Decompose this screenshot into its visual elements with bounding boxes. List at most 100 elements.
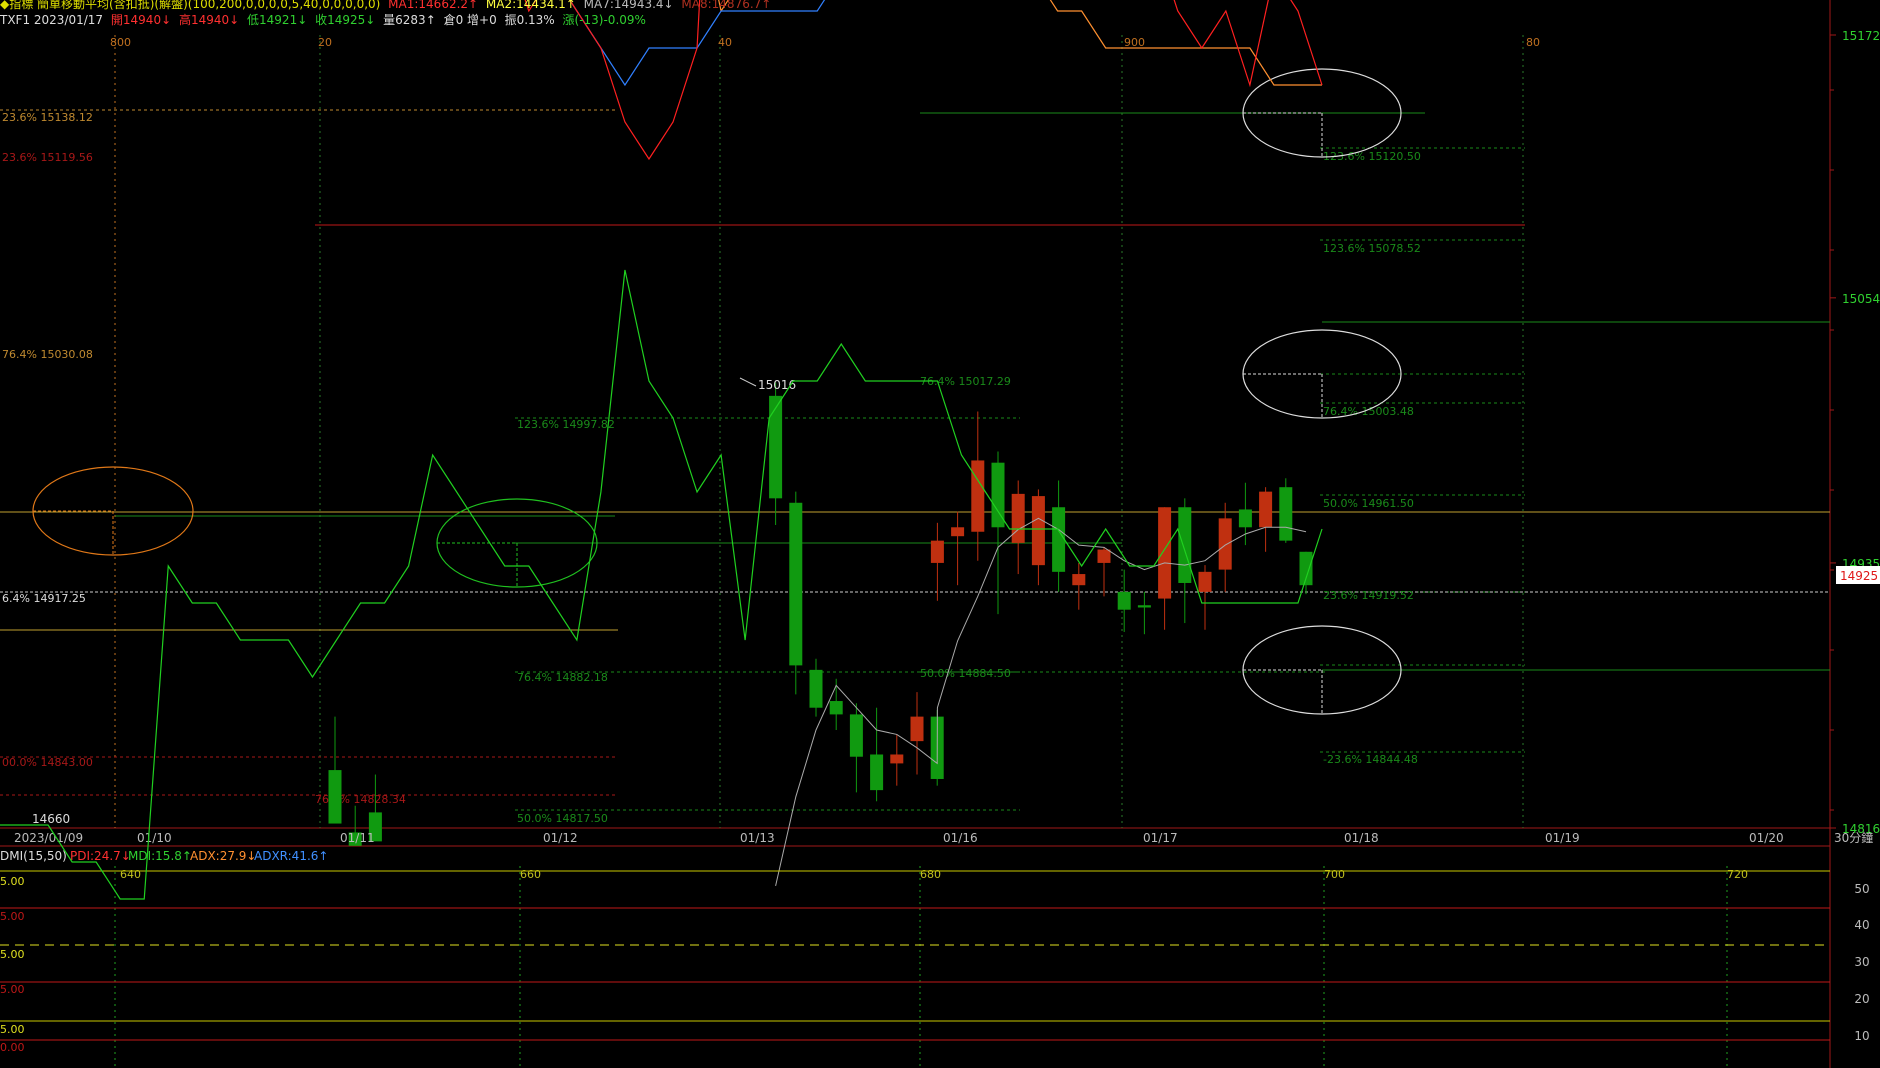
fib-label-10: 50.0% 14884.50 (920, 667, 1011, 680)
date-axis-label-1: 01/10 (137, 831, 172, 845)
candle-body-17 (1031, 496, 1045, 566)
candle-body-9 (890, 754, 904, 764)
current-price-label: 14925 (1840, 569, 1878, 583)
dmi-mdi-label: MDI:15.8↑ (128, 849, 192, 863)
dmi-right-label-0: 50 (1854, 882, 1869, 896)
candle-body-5 (809, 669, 823, 708)
bar-count-label-4: 80 (1526, 36, 1540, 49)
fib-label-16: -23.6% 14844.48 (1323, 753, 1418, 766)
chart-canvas[interactable]: 800 20 40 900 80 23.6% 15138.12 23.6% 15119.56… (0, 0, 1880, 1068)
candle-body-28 (1259, 491, 1273, 528)
fib-label-3: 6.4% 14917.25 (2, 592, 86, 605)
candle-body-4 (789, 502, 803, 666)
hdr-open-interest: 倉0 增+0 (443, 13, 497, 27)
dmi-right-label-2: 30 (1854, 955, 1869, 969)
fib-label-8: 50.0% 14817.50 (517, 812, 608, 825)
hdr-change: 漲(-13)-0.09% (562, 13, 646, 27)
fib-label-13: 76.4% 15003.48 (1323, 405, 1414, 418)
timeframe-label: 30分鐘 (1834, 830, 1873, 845)
dmi-bar-label-2: 680 (920, 868, 941, 881)
candle-body-22 (1137, 605, 1151, 608)
candle-body-0 (328, 770, 342, 824)
hdr-symbol: TXF1 2023/01/17 (0, 13, 104, 27)
date-axis-label-0: 2023/01/09 (14, 831, 83, 845)
price-axis-label-0: 15172 (1842, 29, 1880, 43)
date-axis-label-6: 01/17 (1143, 831, 1178, 845)
dmi-left-label-5: 0.00 (0, 1041, 25, 1054)
candle-body-27 (1238, 509, 1252, 528)
quote-header: TXF1 2023/01/17 開14940↓ 高14940↓ 低14921↓ … (0, 13, 650, 27)
fib-label-1: 23.6% 15119.56 (2, 151, 93, 164)
hdr-ma8: MA8:14876.7↑ (681, 0, 772, 11)
candle-body-29 (1279, 487, 1293, 541)
dmi-right-label-3: 20 (1854, 992, 1869, 1006)
date-axis-label-8: 01/19 (1545, 831, 1580, 845)
bar-count-label-0: 800 (110, 36, 131, 49)
candle-body-12 (930, 540, 944, 563)
hdr-high: 高14940↓ (178, 13, 240, 27)
fib-label-0: 23.6% 15138.12 (2, 111, 93, 124)
candle-body-21 (1117, 591, 1131, 610)
candle-body-16 (1011, 493, 1025, 543)
dmi-adxr-label: ADXR:41.6↑ (254, 849, 328, 863)
candle-body-18 (1052, 507, 1066, 572)
candle-body-8 (870, 754, 884, 791)
date-axis-label-5: 01/16 (943, 831, 978, 845)
price-axis-label-1: 15054 (1842, 292, 1880, 306)
ma7-line (775, 517, 1307, 887)
high-marker-line (739, 377, 757, 387)
dmi-pdi-label: PDI:24.7↓ (70, 849, 131, 863)
fib-label-6: 123.6% 14997.82 (517, 418, 615, 431)
hdr-ma2: MA2:14434.1↑ (485, 0, 576, 11)
bar-count-label-3: 900 (1124, 36, 1145, 49)
candle-body-26 (1218, 518, 1232, 570)
dmi-bar-label-3: 700 (1324, 868, 1345, 881)
indicator-header: ◆指標 簡單移動平均(含扣抵)(解盤)(100,200,0,0,0,0,5,40… (0, 0, 775, 11)
dmi-left-label-4: 5.00 (0, 1023, 25, 1036)
fib-label-15: 23.6% 14919.52 (1323, 589, 1414, 602)
dmi-left-label-0: 5.00 (0, 875, 25, 888)
dmi-bar-label-1: 660 (520, 868, 541, 881)
date-axis-label-7: 01/18 (1344, 831, 1379, 845)
date-axis-label-9: 01/20 (1749, 831, 1784, 845)
hdr-ma-settings: ◆指標 簡單移動平均(含扣抵)(解盤)(100,200,0,0,0,0,5,40… (0, 0, 381, 11)
date-axis-label-3: 01/12 (543, 831, 578, 845)
fib-label-12: 123.6% 15078.52 (1323, 242, 1421, 255)
candle-body-10 (910, 716, 924, 742)
fib-label-14: 50.0% 14961.50 (1323, 497, 1414, 510)
dmi-left-label-2: 5.00 (0, 948, 25, 961)
dmi-left-label-1: 5.00 (0, 910, 25, 923)
candle-body-23 (1158, 507, 1172, 599)
dmi-title: DMI(15,50) (0, 849, 67, 863)
candle-body-14 (971, 460, 985, 532)
bar-count-label-2: 40 (718, 36, 732, 49)
dmi-right-label-1: 40 (1854, 918, 1869, 932)
fib-label-2: 76.4% 15030.08 (2, 348, 93, 361)
dmi-bar-label-4: 720 (1727, 868, 1748, 881)
hdr-volume: 量6283↑ (383, 13, 436, 27)
candle-body-13 (951, 527, 965, 537)
candle-body-24 (1178, 507, 1192, 583)
low-price-label: 14660 (32, 812, 70, 826)
dmi-bar-label-0: 640 (120, 868, 141, 881)
hdr-ma1: MA1:14662.2↑ (388, 0, 479, 11)
dmi-right-label-4: 10 (1854, 1029, 1869, 1043)
date-axis-label-4: 01/13 (740, 831, 775, 845)
candle-body-19 (1072, 574, 1086, 586)
dmi-left-label-3: 5.00 (0, 983, 25, 996)
hdr-ma7: MA7:14943.4↓ (583, 0, 674, 11)
candle-body-7 (849, 714, 863, 757)
dmi-adx-label: ADX:27.9↓ (190, 849, 257, 863)
hdr-close: 收14925↓ (315, 13, 376, 27)
hdr-open: 開14940↓ (110, 13, 172, 27)
candle-body-6 (829, 701, 843, 715)
fib-label-7: 76.4% 14882.18 (517, 671, 608, 684)
candle-body-3 (769, 395, 783, 499)
date-axis-label-2: 01/11 (340, 831, 375, 845)
candle-body-25 (1198, 571, 1212, 592)
fib-label-4: 00.0% 14843.00 (2, 756, 93, 769)
bar-count-label-1: 20 (318, 36, 332, 49)
hdr-amplitude: 振0.13% (504, 13, 555, 27)
hdr-low: 低14921↓ (247, 13, 308, 27)
candle-body-20 (1097, 549, 1111, 563)
